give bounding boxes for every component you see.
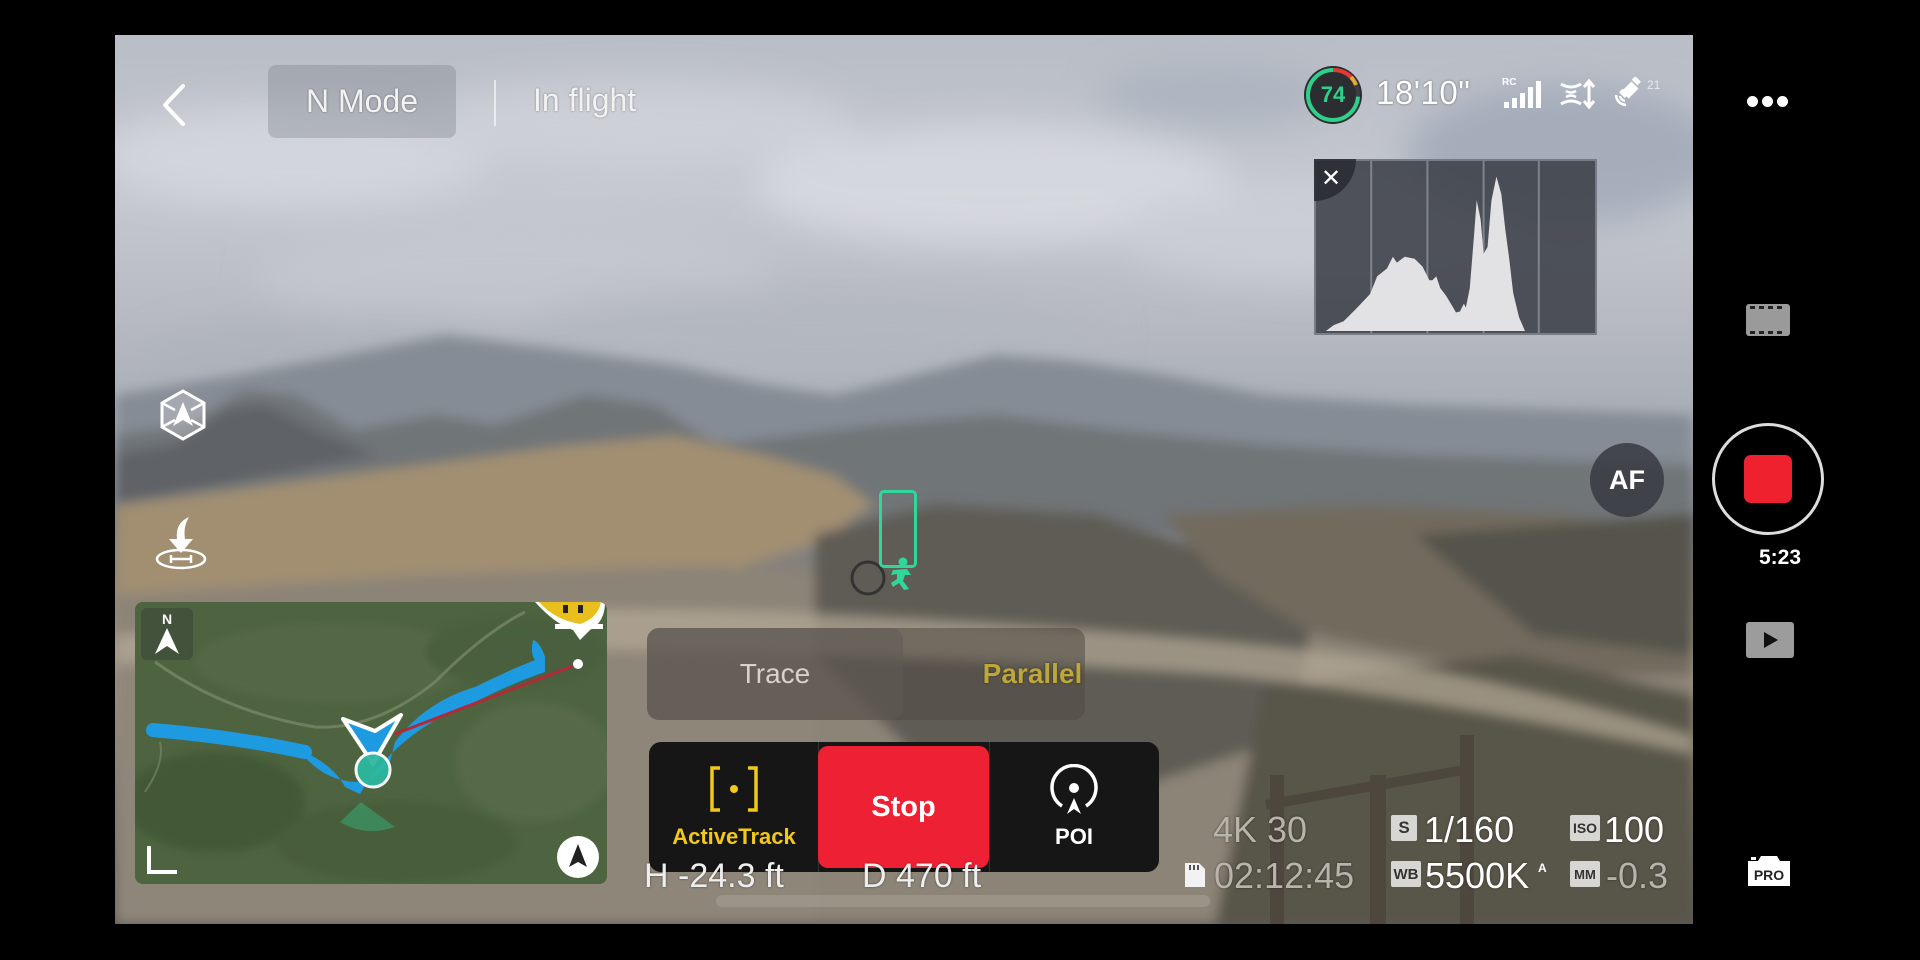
recording-time: 5:23 [1758, 546, 1802, 569]
pro-mode-button[interactable]: PRO [1745, 852, 1793, 888]
poi-button[interactable]: POI [989, 742, 1159, 872]
shutter-speed[interactable]: 1/160 [1424, 809, 1514, 851]
poi-label: POI [1055, 824, 1093, 849]
gps-satellite-icon[interactable] [1612, 77, 1644, 109]
wb-badge: WB [1391, 861, 1421, 887]
activetrack-button[interactable]: ActiveTrack [649, 742, 819, 872]
home-point [573, 659, 583, 669]
back-button[interactable] [155, 80, 195, 130]
height-readout: H -24.3 ft [644, 857, 784, 895]
map-expand-button[interactable] [143, 842, 183, 878]
parallel-label: Parallel [982, 658, 1083, 689]
white-balance[interactable]: 5500K [1425, 855, 1529, 897]
record-stop-button[interactable] [1712, 423, 1824, 535]
map-locate-button[interactable] [555, 834, 601, 880]
flight-mode-label: N Mode [305, 83, 419, 119]
obstacle-avoidance-button[interactable] [157, 388, 209, 442]
trace-label: Trace [739, 658, 811, 689]
rc-label: RC [1502, 77, 1517, 88]
playback-button[interactable] [1746, 622, 1794, 658]
scroll-handle[interactable] [716, 895, 1210, 907]
chevron-left-icon [163, 84, 185, 126]
wb-auto-indicator: A [1538, 861, 1547, 875]
iso-value[interactable]: 100 [1604, 809, 1664, 851]
stop-label: Stop [871, 790, 936, 823]
video-mode-button[interactable] [1745, 303, 1791, 337]
flight-mode-button[interactable]: N Mode [268, 65, 456, 138]
sd-card-icon [1185, 863, 1205, 887]
play-icon [1764, 632, 1778, 648]
return-to-home-button[interactable] [153, 515, 209, 571]
mode-option-trace[interactable]: Trace [647, 628, 903, 720]
expand-corner-icon [147, 846, 177, 874]
pro-label: PRO [1754, 867, 1784, 883]
map-canvas [135, 602, 607, 884]
iso-badge: ISO [1570, 815, 1600, 841]
minimap[interactable]: N [135, 602, 607, 884]
autofocus-button[interactable]: AF [1590, 443, 1664, 517]
histogram-curve [1325, 176, 1526, 332]
tracked-person-icon [891, 557, 911, 590]
mode-option-parallel[interactable]: Parallel [935, 628, 1130, 720]
camera-pro-icon: PRO [1748, 856, 1790, 886]
return-to-home-icon [155, 517, 207, 570]
flight-time-remaining: 18'10" [1376, 74, 1471, 111]
obstacle-avoidance-icon [160, 389, 206, 441]
flight-status: In flight [533, 82, 637, 118]
storage-remaining: 02:12:45 [1214, 855, 1355, 896]
map-north-button[interactable]: N [141, 608, 193, 660]
more-icon-dot [1762, 96, 1773, 107]
ev-badge: MM [1570, 861, 1600, 887]
stop-button[interactable]: Stop [818, 746, 989, 868]
stop-record-icon [1744, 455, 1792, 503]
battery-percent: 74 [1320, 82, 1346, 107]
gps-satellite-count: 21 [1647, 78, 1661, 92]
more-icon-dot [1777, 96, 1788, 107]
north-arrow-icon: N [155, 611, 179, 654]
close-icon: ✕ [1321, 165, 1342, 192]
remote-position-icon [354, 751, 392, 789]
more-icon [1747, 96, 1758, 107]
poi-icon [1050, 764, 1098, 814]
top-divider [494, 80, 496, 126]
af-label: AF [1609, 464, 1645, 495]
histogram-panel [1314, 159, 1597, 335]
activetrack-label: ActiveTrack [672, 824, 796, 849]
exposure-compensation[interactable]: -0.3 [1606, 855, 1668, 897]
more-button[interactable] [1747, 96, 1791, 110]
distance-readout: D 470 ft [862, 857, 982, 895]
video-transmission-icon[interactable] [1557, 78, 1597, 110]
north-label: N [162, 611, 172, 627]
resolution-fps[interactable]: 4K 30 [1213, 809, 1307, 851]
shutter-badge: S [1391, 815, 1417, 841]
film-icon [1746, 304, 1790, 336]
activetrack-icon [710, 766, 758, 812]
